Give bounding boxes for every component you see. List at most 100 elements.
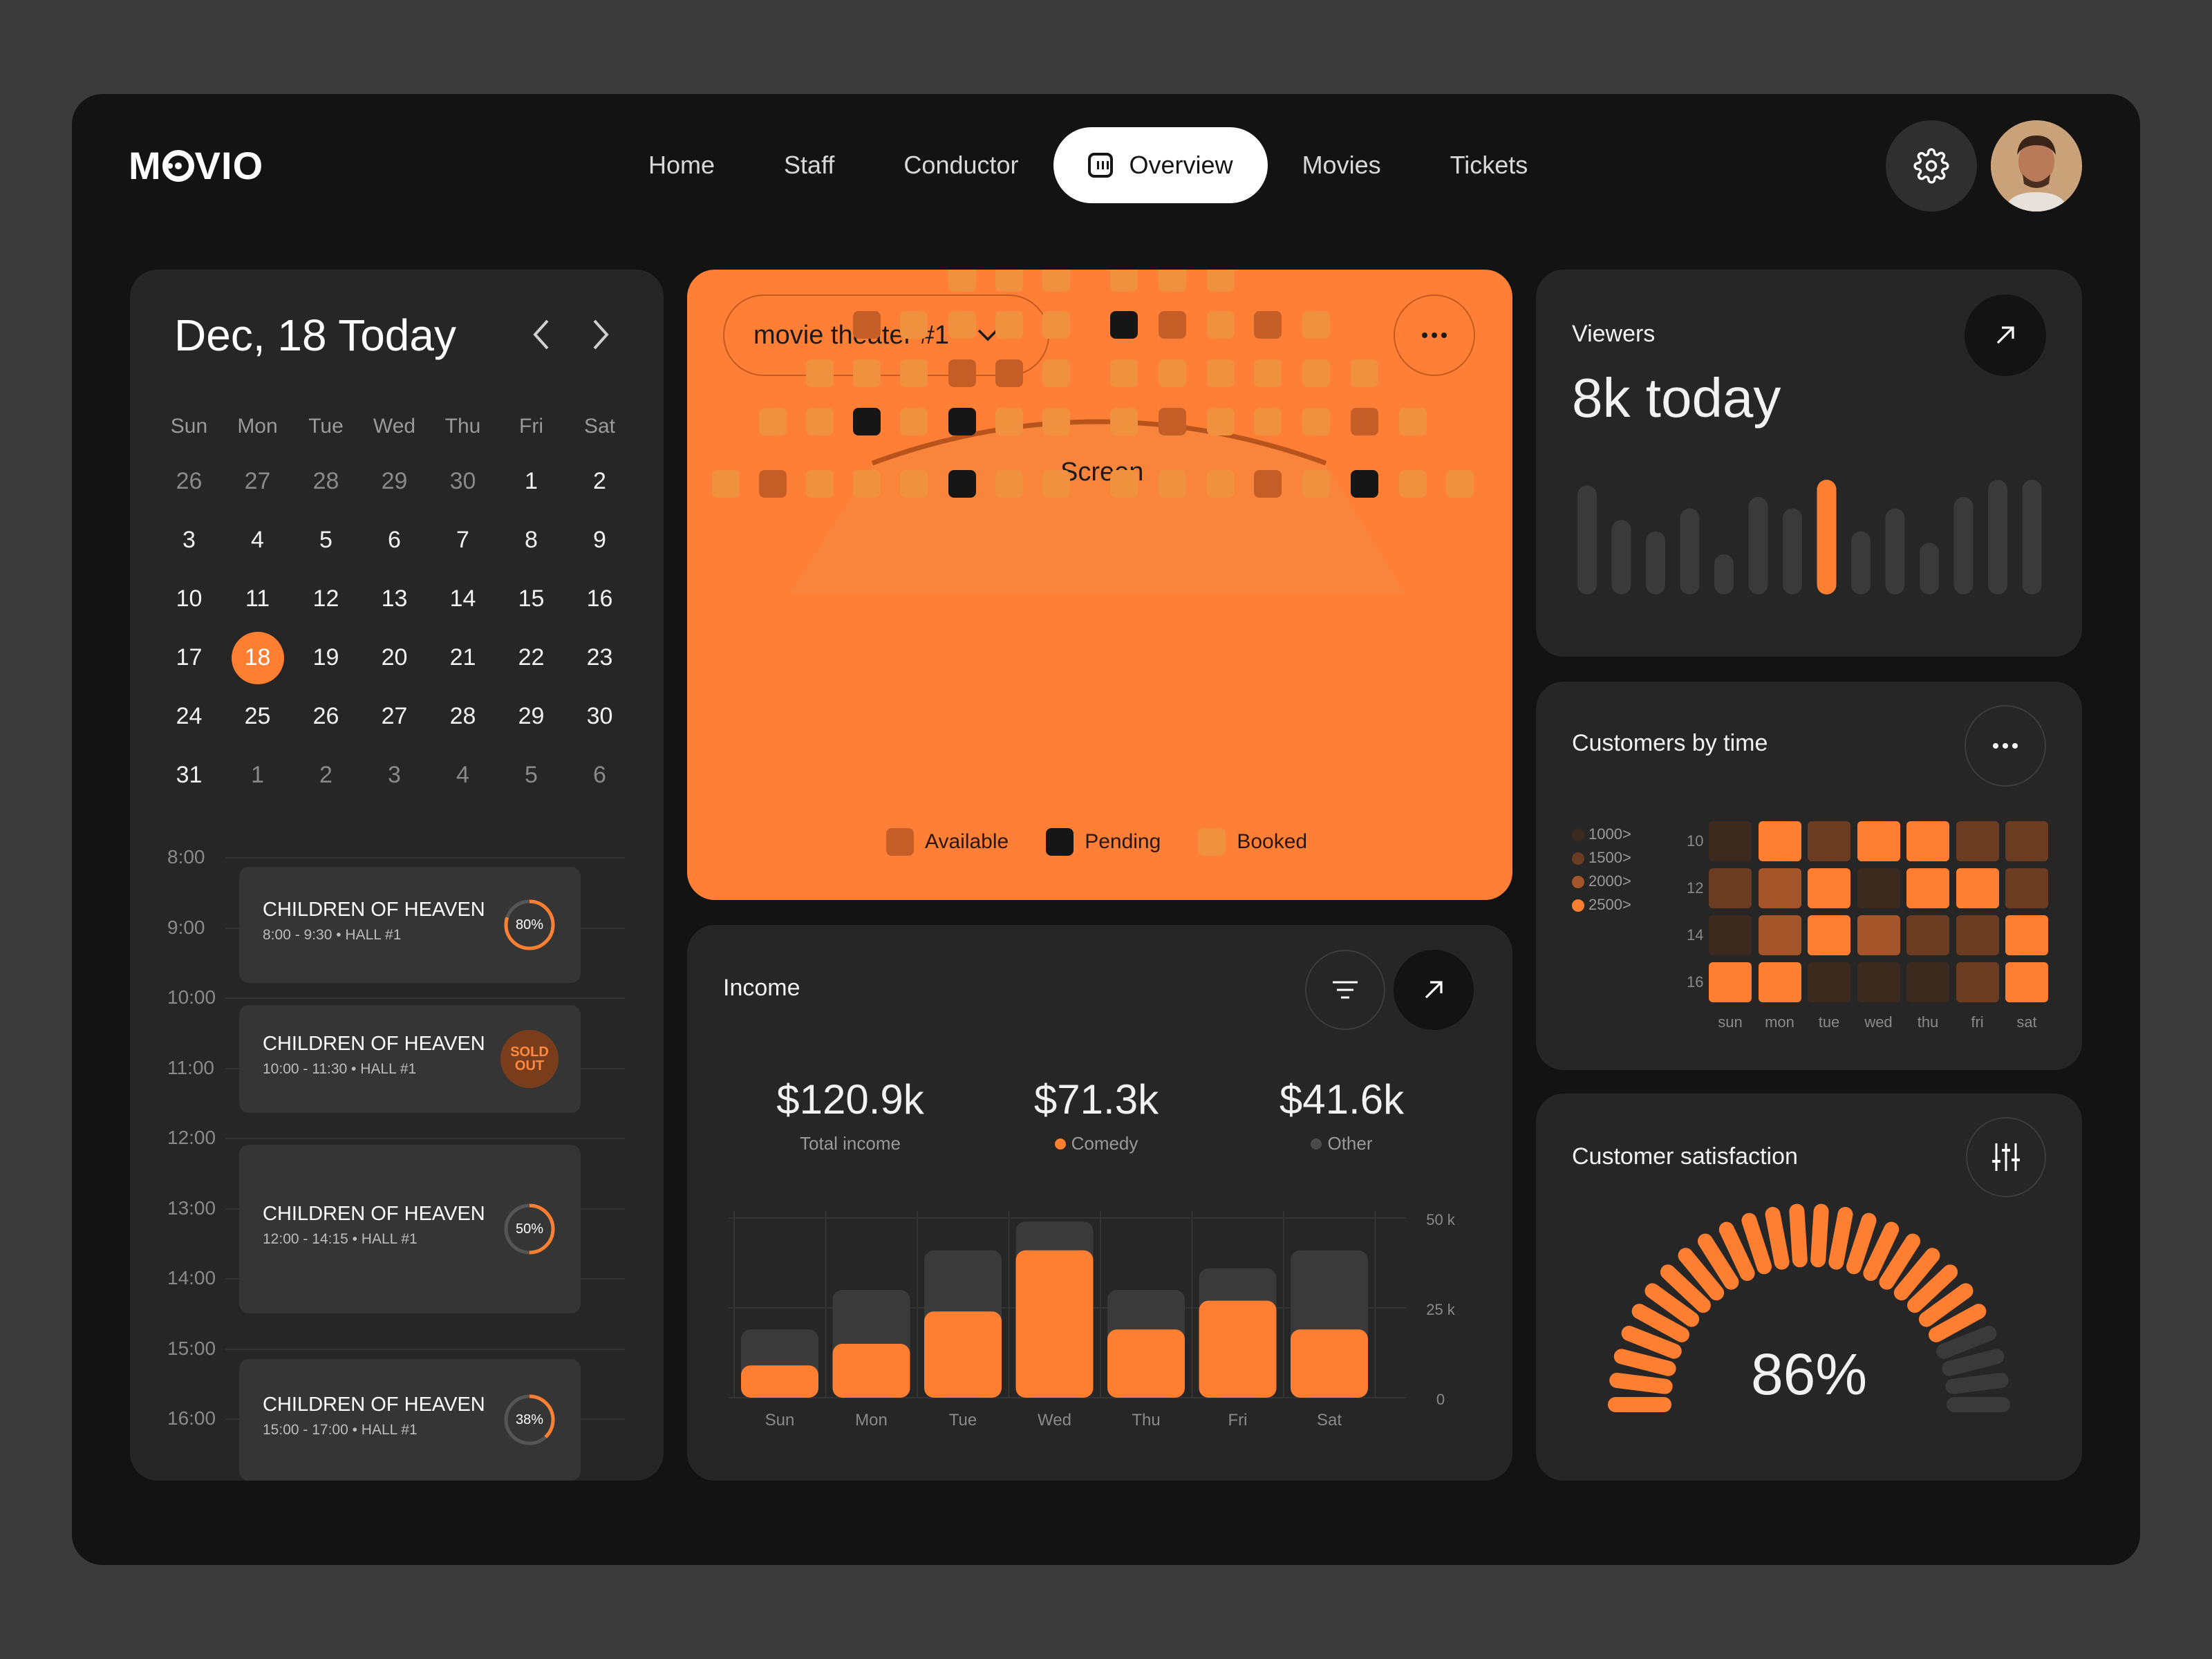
heatmap-cell[interactable] <box>1758 821 1801 861</box>
seat[interactable] <box>948 470 976 498</box>
heatmap-cell[interactable] <box>1857 868 1900 908</box>
seat[interactable] <box>900 408 928 435</box>
seat[interactable] <box>1159 470 1186 498</box>
seat[interactable] <box>1207 311 1235 339</box>
seat[interactable] <box>1110 311 1138 339</box>
calendar-day[interactable]: 5 <box>292 527 360 554</box>
calendar-day[interactable]: 25 <box>223 703 292 730</box>
calendar-day[interactable]: 31 <box>155 762 223 789</box>
seat[interactable] <box>1110 470 1138 498</box>
seat[interactable] <box>995 270 1023 292</box>
heatmap-cell[interactable] <box>1709 915 1752 955</box>
seat[interactable] <box>948 408 976 435</box>
seat[interactable] <box>1042 311 1070 339</box>
seat[interactable] <box>759 470 787 498</box>
calendar-day[interactable]: 5 <box>497 762 565 789</box>
seat[interactable] <box>1110 359 1138 387</box>
seat[interactable] <box>900 311 928 339</box>
calendar-day[interactable]: 16 <box>565 585 634 612</box>
heatmap-cell[interactable] <box>1709 868 1752 908</box>
heatmap-cell[interactable] <box>1857 915 1900 955</box>
seat[interactable] <box>1042 470 1070 498</box>
heatmap-cell[interactable] <box>2005 915 2048 955</box>
calendar-day[interactable]: 22 <box>497 644 565 671</box>
seat[interactable] <box>1159 270 1186 292</box>
seat[interactable] <box>948 359 976 387</box>
calendar-day[interactable]: 21 <box>429 644 497 671</box>
seat[interactable] <box>853 359 881 387</box>
seat[interactable] <box>995 359 1023 387</box>
seat[interactable] <box>948 311 976 339</box>
nav-movies[interactable]: Movies <box>1268 127 1416 203</box>
seat[interactable] <box>806 408 834 435</box>
calendar-day[interactable]: 28 <box>292 468 360 495</box>
calendar-day[interactable]: 14 <box>429 585 497 612</box>
calendar-day[interactable]: 20 <box>360 644 429 671</box>
calendar-day-selected[interactable]: 18 <box>223 631 292 684</box>
seat[interactable] <box>1207 270 1235 292</box>
calendar-day[interactable]: 2 <box>565 468 634 495</box>
seat[interactable] <box>900 470 928 498</box>
seat[interactable] <box>1302 359 1330 387</box>
settings-button[interactable] <box>1886 120 1977 212</box>
nav-home[interactable]: Home <box>614 127 749 203</box>
calendar-day[interactable]: 12 <box>292 585 360 612</box>
seat[interactable] <box>1351 470 1378 498</box>
heatmap-cell[interactable] <box>1857 821 1900 861</box>
seat[interactable] <box>1042 359 1070 387</box>
calendar-day[interactable]: 3 <box>360 762 429 789</box>
seat[interactable] <box>1254 311 1282 339</box>
seat[interactable] <box>995 311 1023 339</box>
seat[interactable] <box>1110 408 1138 435</box>
heatmap-cell[interactable] <box>1709 962 1752 1002</box>
schedule-event[interactable]: CHILDREN OF HEAVEN 12:00 - 14:15 • HALL #… <box>239 1145 581 1313</box>
seat[interactable] <box>995 408 1023 435</box>
heatmap-cell[interactable] <box>1758 868 1801 908</box>
heatmap-cell[interactable] <box>1857 962 1900 1002</box>
chevron-right-icon[interactable] <box>589 317 611 353</box>
seat[interactable] <box>1302 470 1330 498</box>
calendar-day[interactable]: 2 <box>292 762 360 789</box>
seat[interactable] <box>900 359 928 387</box>
heatmap-cell[interactable] <box>1808 915 1850 955</box>
seat[interactable] <box>1351 359 1378 387</box>
seat[interactable] <box>1042 408 1070 435</box>
seat[interactable] <box>853 408 881 435</box>
seat[interactable] <box>1207 408 1235 435</box>
seat[interactable] <box>853 470 881 498</box>
calendar-day[interactable]: 9 <box>565 527 634 554</box>
user-avatar[interactable] <box>1991 120 2082 212</box>
seat[interactable] <box>1302 311 1330 339</box>
calendar-day[interactable]: 1 <box>497 468 565 495</box>
seat[interactable] <box>806 470 834 498</box>
heatmap-cell[interactable] <box>1758 962 1801 1002</box>
calendar-day[interactable]: 17 <box>155 644 223 671</box>
heatmap-cell[interactable] <box>1906 962 1949 1002</box>
seat[interactable] <box>948 270 976 292</box>
seat[interactable] <box>1302 408 1330 435</box>
calendar-day[interactable]: 30 <box>565 703 634 730</box>
seat[interactable] <box>1446 470 1474 498</box>
heatmap-cell[interactable] <box>1956 915 1999 955</box>
calendar-day[interactable]: 13 <box>360 585 429 612</box>
calendar-day[interactable]: 29 <box>497 703 565 730</box>
seat[interactable] <box>1399 408 1427 435</box>
movio-logo[interactable]: M VIO <box>129 143 263 188</box>
seat[interactable] <box>1254 408 1282 435</box>
calendar-day[interactable]: 4 <box>429 762 497 789</box>
seat[interactable] <box>1159 359 1186 387</box>
heatmap-cell[interactable] <box>1808 821 1850 861</box>
seat[interactable] <box>1042 270 1070 292</box>
seat[interactable] <box>1254 359 1282 387</box>
seat[interactable] <box>806 359 834 387</box>
calendar-day[interactable]: 30 <box>429 468 497 495</box>
calendar-day[interactable]: 26 <box>292 703 360 730</box>
heatmap-cell[interactable] <box>2005 962 2048 1002</box>
calendar-day[interactable]: 8 <box>497 527 565 554</box>
calendar-day[interactable]: 23 <box>565 644 634 671</box>
heatmap-cell[interactable] <box>1956 821 1999 861</box>
seat[interactable] <box>712 470 740 498</box>
heatmap-cell[interactable] <box>1808 962 1850 1002</box>
calendar-day[interactable]: 27 <box>223 468 292 495</box>
calendar-day[interactable]: 11 <box>223 585 292 612</box>
